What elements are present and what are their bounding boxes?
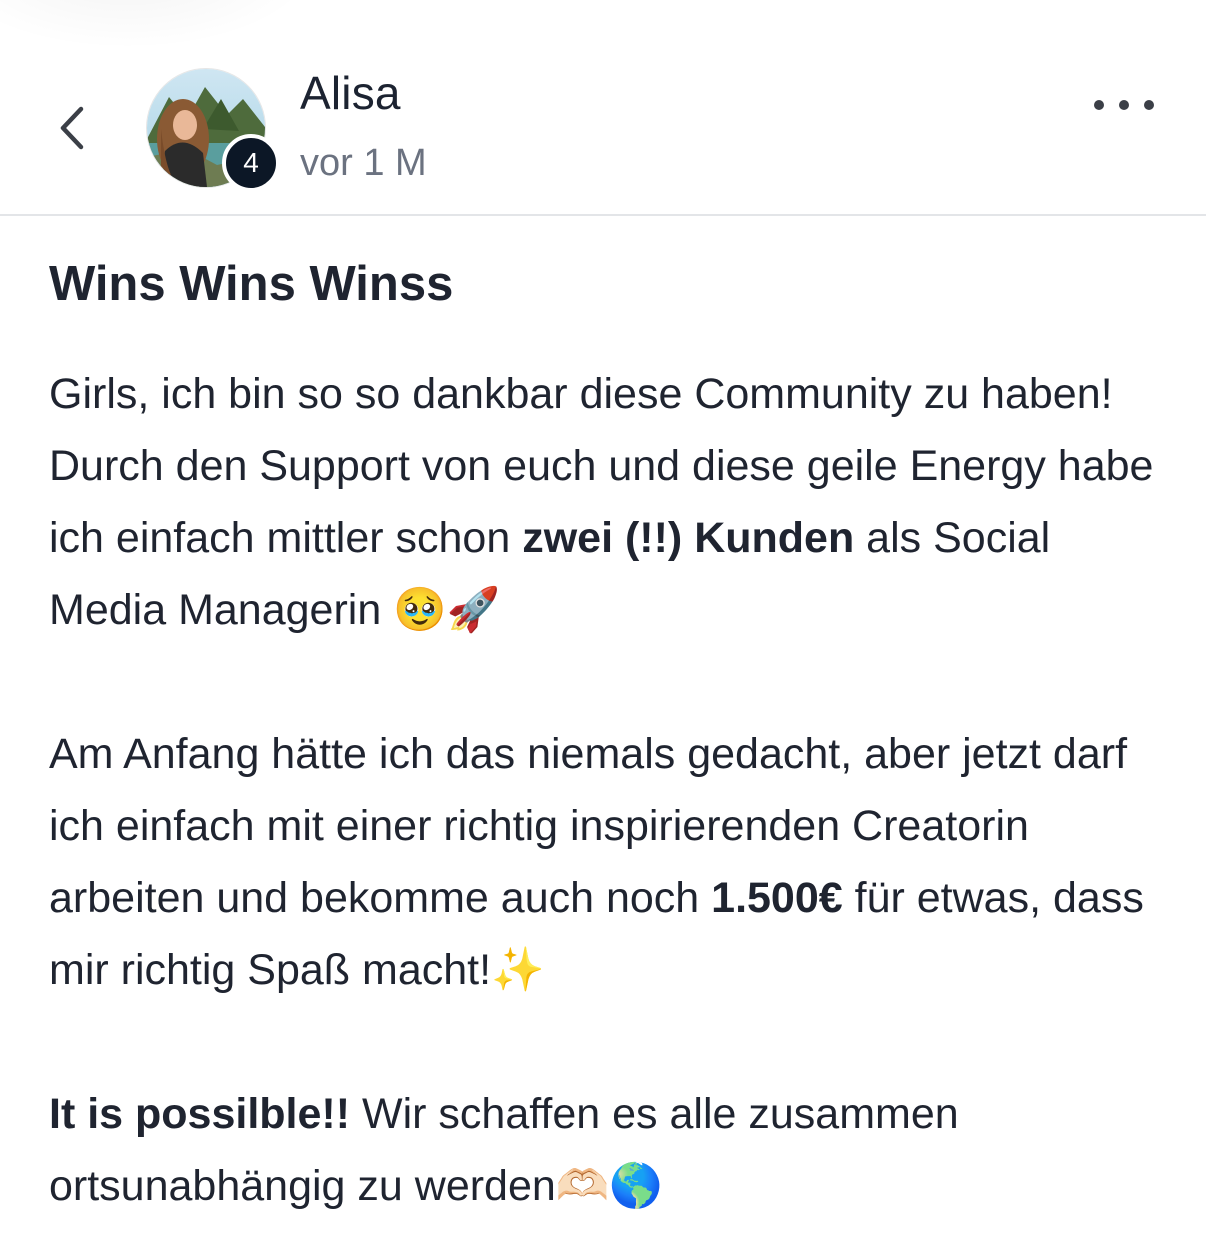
author-name[interactable]: Alisa [300, 66, 401, 120]
author-avatar[interactable]: 4 [146, 68, 280, 192]
post-text-bold: 1.500€ [711, 874, 843, 922]
post-title: Wins Wins Winss [49, 257, 454, 311]
post-paragraph: It is possilble!! Wir schaffen es alle z… [49, 1078, 1169, 1222]
back-button[interactable] [46, 98, 98, 158]
more-dot-icon [1094, 100, 1104, 110]
post-body: Girls, ich bin so so dankbar diese Commu… [49, 358, 1169, 1222]
post-timestamp: vor 1 M [300, 142, 427, 184]
post-paragraph: Girls, ich bin so so dankbar diese Commu… [49, 358, 1169, 646]
chevron-left-icon [60, 106, 84, 150]
post-text-bold: It is possilble!! [49, 1090, 351, 1138]
post-header: 4 Alisa vor 1 M [0, 0, 1206, 216]
level-badge: 4 [222, 134, 280, 192]
post-text-bold: zwei (!!) Kunden [522, 514, 855, 562]
post-paragraph: Am Anfang hätte ich das niemals gedacht,… [49, 718, 1169, 1006]
more-dot-icon [1119, 100, 1129, 110]
more-options-button[interactable] [1094, 90, 1154, 120]
more-dot-icon [1144, 100, 1154, 110]
